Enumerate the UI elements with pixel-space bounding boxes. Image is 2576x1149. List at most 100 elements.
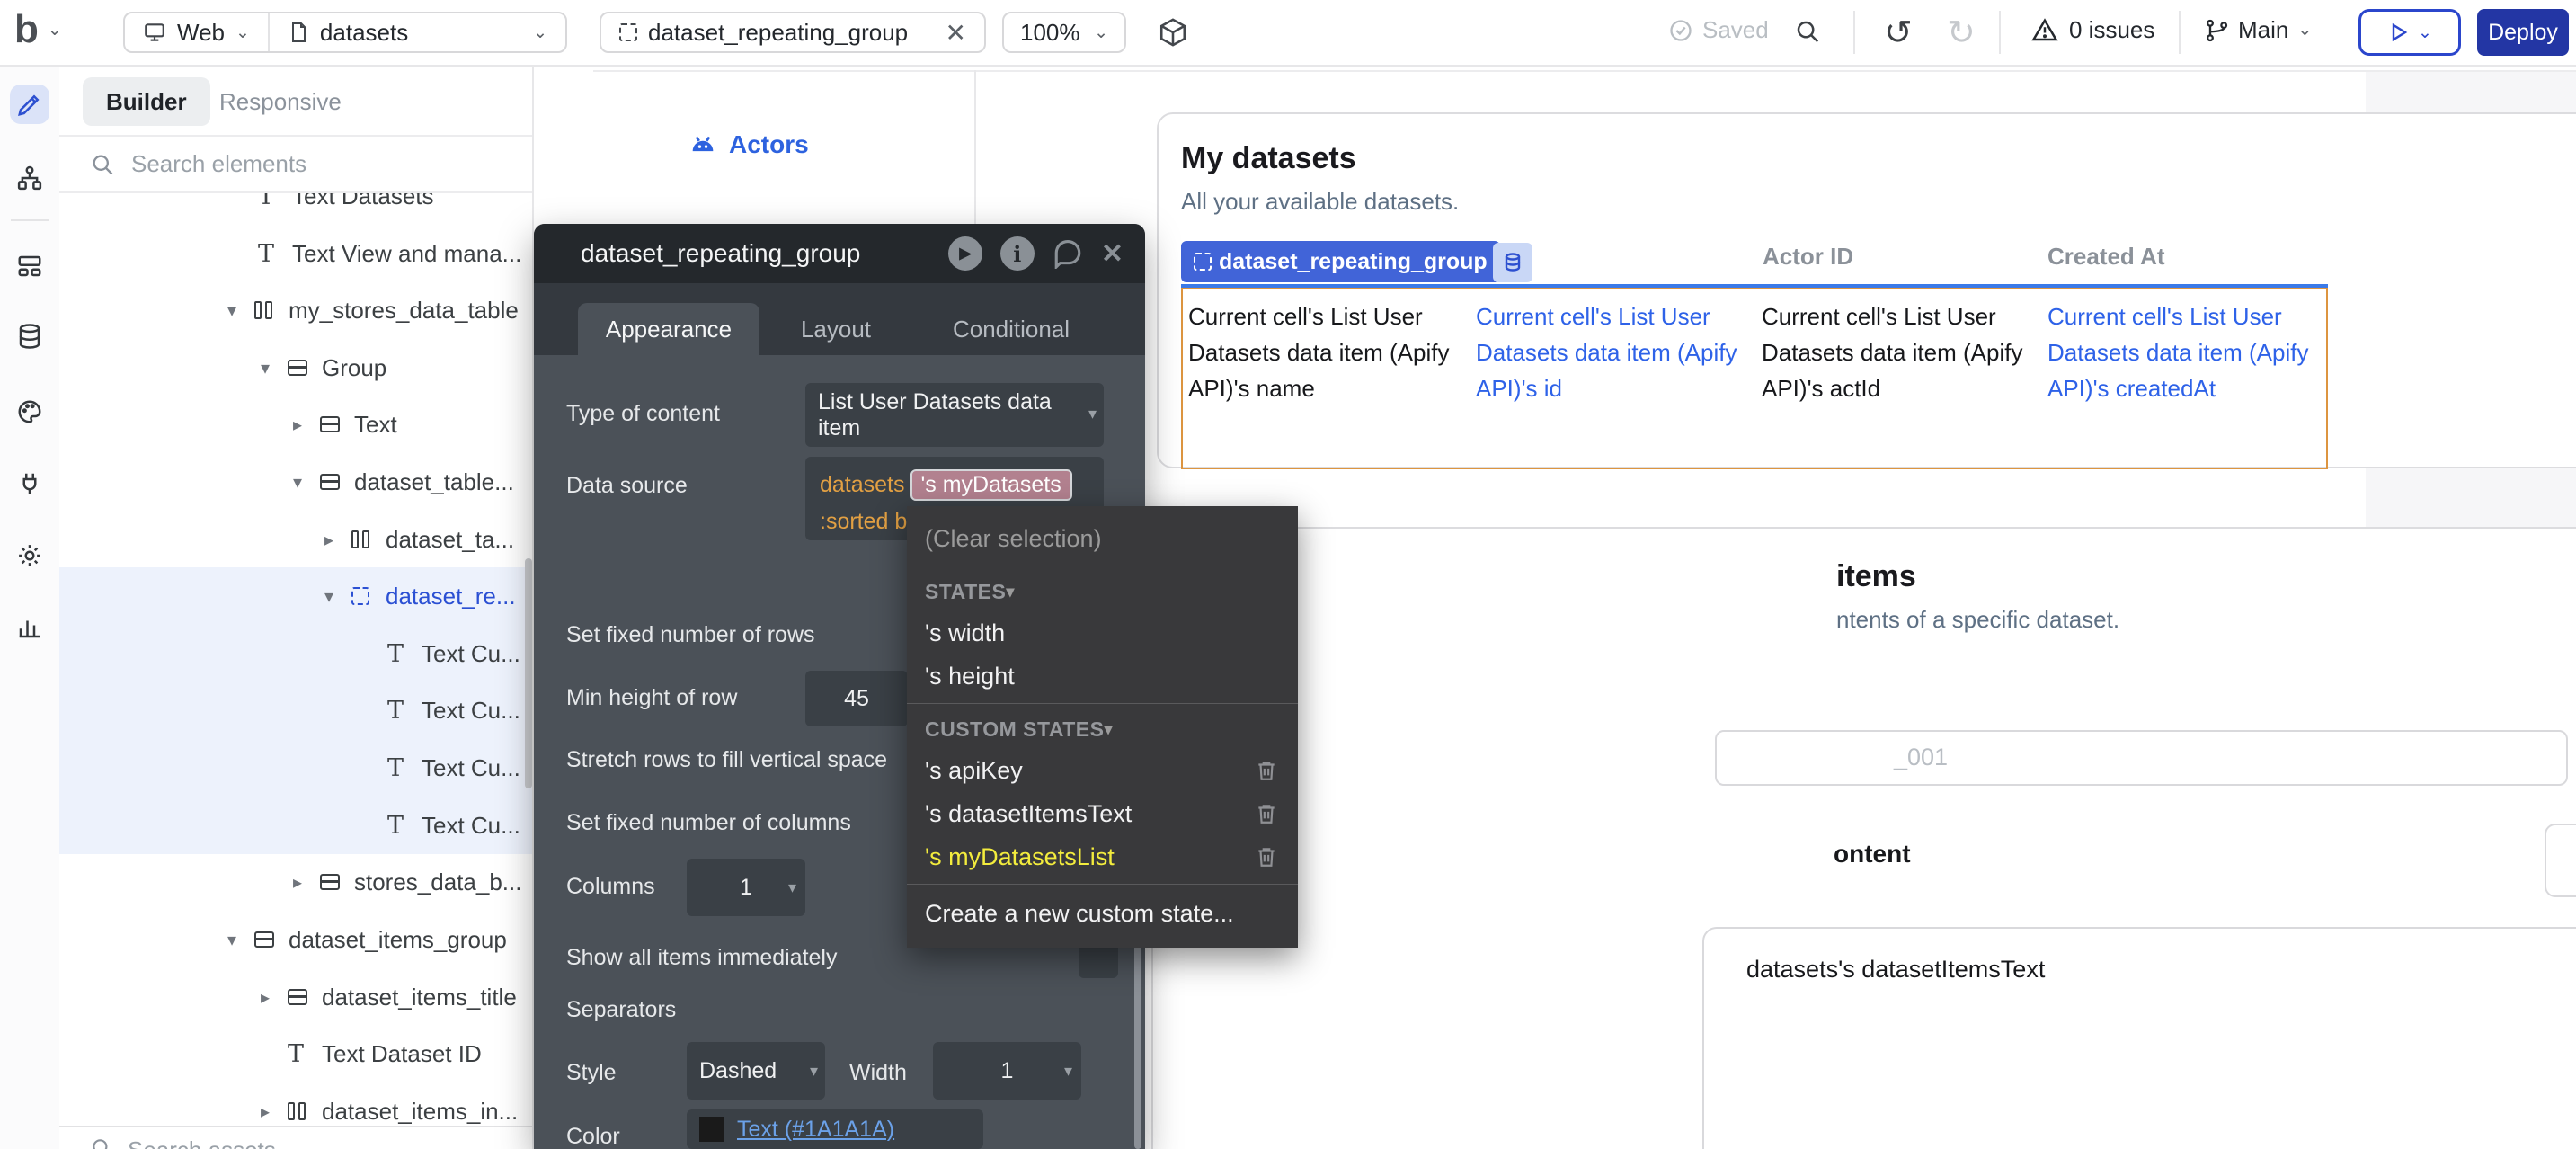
dropdown-item-mydatasetslist[interactable]: 's myDatasetsList [907, 835, 1298, 878]
tree-item[interactable]: ▾ dataset_items_group [59, 911, 532, 968]
cell-name[interactable]: Current cell's List User Datasets data i… [1188, 298, 1469, 406]
fixed-columns-label: Set fixed number of columns [566, 810, 851, 836]
logs-button[interactable] [10, 608, 49, 647]
collapse-arrow-icon[interactable]: ▾ [324, 567, 333, 625]
expand-arrow-icon[interactable]: ▸ [324, 511, 333, 568]
close-icon[interactable]: ✕ [1101, 238, 1124, 270]
tree-item[interactable]: T Text Cu... [59, 625, 532, 682]
dropdown-create-custom-state[interactable]: Create a new custom state... [907, 890, 1298, 937]
trash-icon[interactable] [1255, 759, 1278, 782]
tree-item[interactable]: ▸ dataset_items_title [59, 968, 532, 1026]
tree-item[interactable]: T Text Dataset ID [59, 1025, 532, 1082]
toolbar-divider [2179, 11, 2181, 54]
preview-button[interactable]: ⌄ [2358, 9, 2461, 56]
selected-element-chip[interactable]: dataset_repeating_group [1181, 241, 1500, 282]
dropdown-section-states[interactable]: STATES ▾ [907, 572, 1298, 611]
undo-button[interactable]: ↺ [1884, 13, 1913, 53]
dropdown-item-apikey[interactable]: 's apiKey [907, 749, 1298, 792]
style-select[interactable]: Dashed ▾ [687, 1042, 825, 1100]
tab-layout[interactable]: Layout [759, 303, 912, 355]
cell-createdat[interactable]: Current cell's List User Datasets data i… [2047, 298, 2326, 406]
settings-button[interactable] [10, 536, 49, 575]
tree-item[interactable]: T Text View and mana... [59, 225, 532, 282]
components-button[interactable] [10, 246, 49, 286]
property-panel-header[interactable]: dataset_repeating_group ▶ i ✕ [534, 224, 1145, 283]
collapse-arrow-icon[interactable]: ▾ [293, 453, 302, 511]
styles-button[interactable] [10, 392, 49, 432]
download-as-csv-button[interactable]: Download as CSV [2545, 824, 2576, 897]
tree-item[interactable]: T Text Cu... [59, 739, 532, 797]
expand-arrow-icon[interactable]: ▸ [261, 968, 270, 1026]
table-element-icon [351, 530, 369, 548]
zoom-selector[interactable]: 100% ⌄ [1002, 12, 1126, 53]
tree-item[interactable]: ▸ Text [59, 396, 532, 453]
separators-label: Separators [566, 997, 676, 1023]
tree-item-selected[interactable]: ▾ dataset_re... [59, 567, 532, 625]
expression-selected-token[interactable]: 's myDatasets [910, 469, 1072, 501]
tree-item[interactable]: ▾ Group [59, 339, 532, 396]
cell-actid[interactable]: Current cell's List User Datasets data i… [1762, 298, 2031, 406]
platform-selector[interactable]: Web ⌄ [125, 13, 270, 51]
collapse-arrow-icon[interactable]: ▾ [227, 911, 236, 968]
workflow-button[interactable] [10, 158, 49, 198]
redo-button[interactable]: ↻ [1947, 13, 1976, 53]
tab-appearance[interactable]: Appearance [578, 303, 759, 355]
width-select[interactable]: 1 ▾ [933, 1042, 1081, 1100]
comment-icon[interactable] [1053, 238, 1083, 269]
play-icon [2387, 22, 2409, 43]
tab-builder[interactable]: Builder [83, 77, 210, 126]
dropdown-section-custom-states[interactable]: CUSTOM STATES ▾ [907, 709, 1298, 749]
close-icon[interactable]: ✕ [946, 18, 966, 48]
tree-item[interactable]: ▸ dataset_ta... [59, 511, 532, 568]
type-of-content-select[interactable]: List User Datasets data item ▾ [805, 383, 1104, 447]
element-tab[interactable]: dataset_repeating_group ✕ [600, 12, 986, 53]
monitor-icon [143, 21, 166, 44]
run-icon[interactable]: ▶ [948, 236, 982, 271]
tab-responsive[interactable]: Responsive [196, 77, 365, 126]
expand-arrow-icon[interactable]: ▸ [293, 853, 302, 911]
branch-selector[interactable]: Main ⌄ [2204, 16, 2312, 44]
plugins-button[interactable] [10, 464, 49, 503]
bubble-logo-menu[interactable]: b ⌄ [14, 7, 62, 52]
dataset-id-input[interactable]: _001 [1715, 730, 2568, 786]
columns-select[interactable]: 1 ▾ [687, 859, 805, 916]
collapse-arrow-icon[interactable]: ▾ [227, 281, 236, 339]
gear-icon [16, 542, 43, 569]
tree-item[interactable]: ▾ my_stores_data_table [59, 281, 532, 339]
asset-search-placeholder[interactable]: Search assets [128, 1136, 276, 1149]
page-selector[interactable]: datasets ⌄ [270, 13, 565, 51]
info-icon[interactable]: i [1000, 236, 1035, 271]
expression-dropdown: (Clear selection) STATES ▾ 's width 's h… [907, 506, 1298, 948]
color-picker[interactable]: Text (#1A1A1A) [687, 1109, 983, 1149]
issues-indicator[interactable]: 0 issues [2031, 16, 2154, 44]
collapse-arrow-icon[interactable]: ▾ [261, 339, 270, 396]
tree-scrollbar-thumb[interactable] [525, 558, 532, 788]
tree-item[interactable]: T Text Cu... [59, 797, 532, 854]
expand-arrow-icon[interactable]: ▸ [261, 1082, 270, 1126]
tree-item[interactable]: ▾ dataset_table... [59, 453, 532, 511]
trash-icon[interactable] [1255, 845, 1278, 868]
tree-item[interactable]: ▸ stores_data_b... [59, 853, 532, 911]
tab-conditional[interactable]: Conditional [912, 303, 1110, 355]
data-button[interactable] [10, 316, 49, 356]
cell-id[interactable]: Current cell's List User Datasets data i… [1476, 298, 1745, 406]
expand-arrow-icon[interactable]: ▸ [293, 396, 302, 453]
deploy-button[interactable]: Deploy [2477, 9, 2569, 56]
component-library-button[interactable] [1158, 17, 1188, 48]
search-button[interactable] [1794, 18, 1821, 45]
dropdown-item-width[interactable]: 's width [907, 611, 1298, 655]
data-source-badge[interactable] [1493, 243, 1532, 282]
dropdown-item-height[interactable]: 's height [907, 655, 1298, 698]
chevron-down-icon: ⌄ [533, 24, 547, 41]
dataset-content-box[interactable]: datasets's datasetItemsText [1702, 927, 2576, 1149]
min-height-input[interactable]: 45 [805, 671, 908, 726]
dropdown-clear-selection[interactable]: (Clear selection) [907, 517, 1298, 560]
nav-item-actors[interactable]: Actors [688, 129, 809, 160]
dropdown-item-datasetitemstext[interactable]: 's datasetItemsText [907, 792, 1298, 835]
tree-item[interactable]: ▸ dataset_items_in... [59, 1082, 532, 1126]
element-search-input[interactable] [129, 149, 475, 179]
design-mode-button[interactable] [10, 85, 49, 124]
tree-item[interactable]: T Text Datasets [59, 193, 532, 225]
tree-item[interactable]: T Text Cu... [59, 681, 532, 739]
trash-icon[interactable] [1255, 802, 1278, 825]
